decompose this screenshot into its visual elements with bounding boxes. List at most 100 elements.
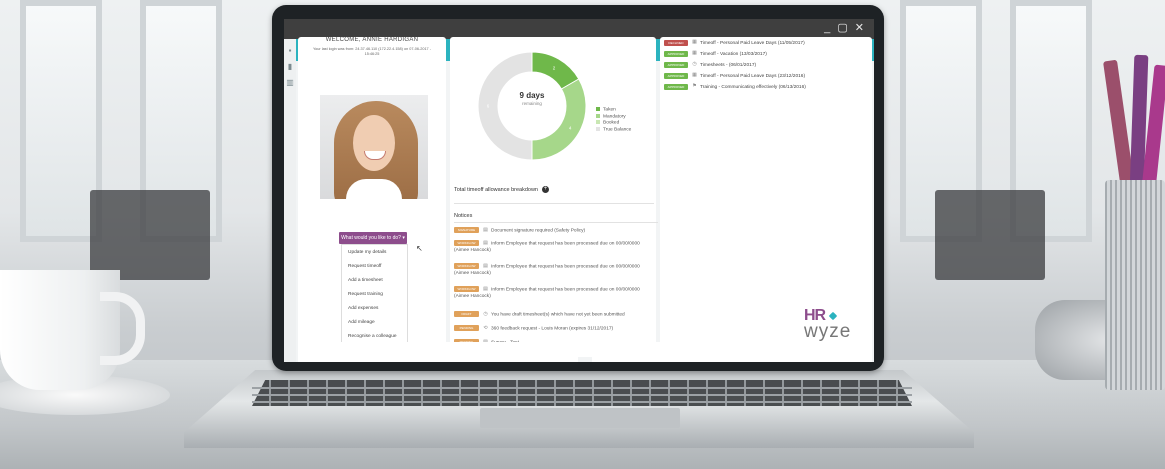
request-text: Timeoff - Vacation (13/03/2017) [700,52,767,57]
menu-item-add-timesheet[interactable]: Add a timesheet [348,278,383,283]
divider [454,222,658,223]
notice-text: You have draft timesheet(s) which have n… [491,312,625,318]
legend-label: True Balance [603,126,632,132]
request-item[interactable]: APPROVED ▦ Timeoff - Personal Paid Leave D… [664,72,805,82]
notice-item[interactable]: SIGNATURE ▤ Document signature required (S… [454,227,654,234]
avatar [320,95,428,199]
legend-label: Mandatory [603,113,626,119]
menu-item-add-expenses[interactable]: Add expenses [348,306,378,311]
notice-tag: SIGNATURE [454,227,479,233]
request-text: Timeoff - Personal Paid Leave Days (23/1… [700,74,806,79]
avatar-face [353,115,395,171]
request-item[interactable]: APPROVED ▦ Timeoff - Vacation (13/03/2017) [664,50,767,60]
divider [454,203,654,204]
keyboard-row-gap [252,387,912,389]
calendar-icon: ▦ [692,39,697,46]
legend-swatch [596,126,600,131]
keyboard-row-gap [252,394,912,396]
cup-handle [100,292,145,365]
window-controls[interactable]: _ ▢ ✕ [824,21,866,34]
last-login-text: Your last login was from: 24.37.46.110 (… [313,47,431,56]
notice-tag: WORKFLOW [454,286,479,292]
clock-icon: ◷ [483,310,488,317]
doc-icon: ▤ [483,285,488,292]
days-remaining-value: 9 days [519,91,545,100]
training-icon: ⚑ [692,83,697,90]
chart-icon[interactable]: ▥ [286,79,294,87]
background-binders [935,190,1045,280]
notice-text: Inform Employee that request has been pr… [454,241,640,254]
people-icon[interactable]: ▪ [286,47,294,55]
trash-icon[interactable]: ▮ [286,63,294,71]
status-badge: APPROVED [664,72,688,79]
request-item[interactable]: APPROVED ⚑ Training - Communicating effect… [664,83,806,93]
menu-item-request-timeoff[interactable]: Request timeoff [348,264,382,269]
keyboard-row-gap [252,401,912,403]
breakdown-label: Total timeoff allowance breakdown [454,186,538,193]
days-remaining-label: remaining [522,101,542,106]
pencil-holder [1105,180,1165,390]
menu-item-request-training[interactable]: Request training [348,292,383,297]
doc-icon: ▤ [483,239,488,246]
notice-tag: WORKFLOW [454,263,479,269]
logo-dot-icon [828,311,838,321]
avatar-shirt [346,179,402,199]
plus-icon[interactable]: + [541,186,549,193]
notice-item[interactable]: WORKFLOW ▤ Inform Employee that request ha… [454,286,654,300]
request-text: Training - Communicating effectively (06… [700,85,806,90]
legend-swatch [596,107,600,111]
notice-item[interactable]: DRAFT ◷ You have draft timesheet(s) which … [454,311,654,318]
menu-item-add-mileage[interactable]: Add mileage [348,320,375,325]
allowance-donut-chart: 246 9 days remaining [477,51,587,161]
notice-text: 360 feedback request - Louis Moran (expi… [491,326,614,332]
side-nav: ▪ ▮ ▥ [284,39,296,362]
request-item[interactable]: DECLINED ▦ Timeoff - Personal Paid Leave D… [664,39,805,49]
status-badge: APPROVED [664,61,688,68]
status-badge: APPROVED [664,83,688,90]
clock-icon: ◷ [692,61,697,68]
logo-wyze-text: wyze [804,321,852,342]
status-badge: APPROVED [664,50,688,57]
request-text: Timesheets - (06/01/2017) [700,63,757,68]
notices-title: Notices [454,213,473,219]
legend-item: True Balance [596,126,632,134]
allowance-breakdown-link[interactable]: Total timeoff allowance breakdown + [454,186,549,193]
legend-label: Booked [603,120,620,126]
background-binders [90,190,210,280]
request-text: Timeoff - Personal Paid Leave Days (11/0… [700,41,805,46]
notice-tag: PENDING [454,325,479,331]
status-badge: DECLINED [664,39,688,46]
donut-legend: Taken Mandatory Booked True Balance [596,107,631,133]
allowance-panel: 246 9 days remaining Taken Mandatory Boo… [450,37,658,357]
app-screen: _ ▢ ✕ ▪ ▮ ▥ WELCOME, ANNIE HARDIGAN Your… [284,19,874,362]
notice-text: Document signature required (Safety Poli… [491,228,586,234]
trackpad [480,408,680,428]
doc-icon: ▤ [483,226,488,233]
bottom-card [298,342,578,362]
menu-item-recognise-colleague[interactable]: Recognise a colleague [348,334,397,339]
menu-item-update-details[interactable]: Update my details [348,250,386,255]
doc-icon: ▤ [483,262,488,269]
refresh-icon: ⟲ [483,324,488,331]
notice-text: Inform Employee that request has been pr… [454,287,640,300]
legend-swatch [596,120,600,124]
donut-svg: 246 [477,51,587,161]
hrwyze-logo: HR wyze [802,307,864,347]
what-to-do-button[interactable]: What would you like to do? ▾ [339,232,407,244]
notice-item[interactable]: WORKFLOW ▤ Inform Employee that request ha… [454,240,654,254]
notice-text: Inform Employee that request has been pr… [454,264,640,277]
profile-panel: WELCOME, ANNIE HARDIGAN Your last login … [298,37,446,357]
donut-center: 9 days remaining [505,91,559,106]
window-titlebar: _ ▢ ✕ [284,19,874,39]
notice-item[interactable]: PENDING ⟲ 360 feedback request - Louis Mor… [454,325,654,332]
action-menu: Update my details Request timeoff Add a … [341,244,408,348]
mouse-cursor-icon: ↖ [416,244,423,253]
legend-label: Taken [603,107,616,113]
request-item[interactable]: APPROVED ◷ Timesheets - (06/01/2017) [664,61,756,71]
notice-item[interactable]: WORKFLOW ▤ Inform Employee that request ha… [454,263,654,277]
notice-tag: DRAFT [454,311,479,317]
calendar-icon: ▦ [692,72,697,79]
notice-tag: WORKFLOW [454,240,479,246]
legend-swatch [596,113,600,118]
welcome-heading: WELCOME, ANNIE HARDIGAN [325,37,419,43]
